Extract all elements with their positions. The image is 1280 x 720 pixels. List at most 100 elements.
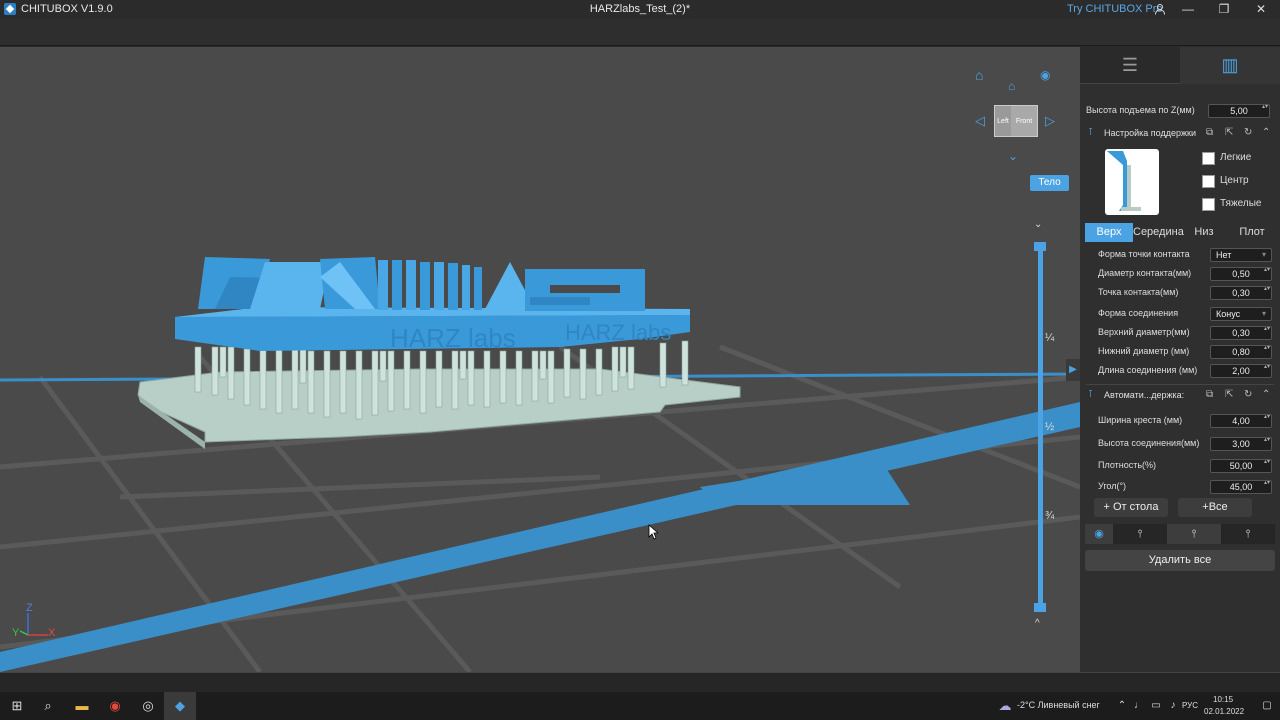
- tray-chevron-icon[interactable]: ⌃: [1114, 698, 1130, 714]
- all-button[interactable]: +Все: [1178, 498, 1252, 517]
- 3d-viewport[interactable]: HARZ labs HARZ labs ⌂ ◉ ⌂ ◁ ▷ ⌄ Left Fro…: [0, 47, 1080, 672]
- export-icon[interactable]: ⇱: [1225, 127, 1233, 138]
- export-icon[interactable]: ⇱: [1225, 389, 1233, 400]
- chrome-icon[interactable]: ◉: [107, 698, 123, 714]
- support-settings-title: Настройка поддержки: [1104, 128, 1196, 138]
- slider-expand-icon[interactable]: ^: [1035, 618, 1040, 629]
- windows-taskbar: ⊞ ⌕ ▬ ◉ ◎ ◆ ☁ -2°C Ливневый снег ⌃ ♩ ▭ ♪…: [0, 692, 1280, 720]
- windows-start-icon[interactable]: ⊞: [9, 698, 25, 714]
- axis-y-label: Y: [12, 627, 20, 639]
- connection-shape-label: Форма соединения: [1098, 308, 1179, 318]
- support-settings-header[interactable]: ⊺ Настройка поддержки ⧉ ⇱ ↻ ⌃: [1086, 126, 1274, 142]
- user-icon[interactable]: [1145, 0, 1175, 18]
- search-icon[interactable]: ⌕: [40, 698, 56, 714]
- minimize-button[interactable]: —: [1173, 0, 1203, 18]
- preset-light-checkbox[interactable]: [1202, 152, 1215, 165]
- linear-support-icon[interactable]: ⫯: [1167, 524, 1221, 544]
- body-button[interactable]: Тело: [1030, 175, 1069, 191]
- lower-diameter-input[interactable]: 0,80: [1210, 345, 1272, 359]
- tab-supports[interactable]: ▥: [1180, 47, 1280, 84]
- subtab-middle[interactable]: Середина: [1133, 223, 1184, 242]
- delete-all-button[interactable]: Удалить все: [1085, 550, 1275, 571]
- contact-shape-select[interactable]: Нет: [1210, 248, 1272, 262]
- from-platform-button[interactable]: + От стола: [1094, 498, 1168, 517]
- chitubox-taskbar-icon[interactable]: ◆: [164, 692, 196, 720]
- eye-toggle-icon[interactable]: ◉: [1085, 524, 1113, 544]
- weather-text[interactable]: -2°C Ливневый снег: [1017, 700, 1100, 710]
- subtab-bottom[interactable]: Низ: [1181, 223, 1227, 242]
- connection-height-input[interactable]: 3,00: [1210, 437, 1272, 451]
- support-preview-image: [1105, 149, 1159, 215]
- contact-diameter-input[interactable]: 0,50: [1210, 267, 1272, 281]
- microphone-icon[interactable]: ♩: [1131, 698, 1147, 714]
- model-engraving-2: HARZ labs: [565, 320, 671, 345]
- density-label: Плотность(%): [1098, 460, 1157, 470]
- contact-diameter-label: Диаметр контакта(мм): [1098, 268, 1192, 278]
- collapse-icon[interactable]: ⌃: [1262, 127, 1270, 138]
- connection-length-input[interactable]: 2,00: [1210, 364, 1272, 378]
- status-bar: [0, 672, 1280, 692]
- preset-center-checkbox[interactable]: [1202, 175, 1215, 188]
- rotate-up-icon[interactable]: ⌂: [1008, 79, 1015, 93]
- upper-diameter-input[interactable]: 0,30: [1210, 326, 1272, 340]
- refresh-icon[interactable]: ↻: [1244, 127, 1252, 138]
- app-icon[interactable]: ◎: [140, 698, 156, 714]
- app-name: CHITUBOX V1.9.0: [4, 0, 113, 18]
- connection-shape-select[interactable]: Конус: [1210, 307, 1272, 321]
- lift-height-input[interactable]: 5,00: [1208, 104, 1270, 118]
- single-support-icon[interactable]: ⫯: [1113, 524, 1167, 544]
- layer-slider-bottom-handle[interactable]: [1034, 603, 1046, 612]
- connection-length-label: Длина соединения (мм): [1098, 365, 1198, 375]
- cross-width-label: Ширина креста (мм): [1098, 415, 1183, 425]
- density-input[interactable]: 50,00: [1210, 459, 1272, 473]
- rotate-left-icon[interactable]: ◁: [975, 113, 985, 129]
- import-icon[interactable]: ⧉: [1206, 389, 1213, 400]
- close-window-button[interactable]: ✕: [1246, 0, 1276, 18]
- axis-z-label: Z: [26, 602, 33, 614]
- eye-view-icon[interactable]: ◉: [1040, 68, 1050, 82]
- collapse-icon[interactable]: ⌃: [1262, 389, 1270, 400]
- refresh-icon[interactable]: ↻: [1244, 389, 1252, 400]
- angle-input[interactable]: 45,00: [1210, 480, 1272, 494]
- maximize-button[interactable]: ❐: [1209, 0, 1239, 18]
- import-icon[interactable]: ⧉: [1206, 127, 1213, 138]
- language-indicator[interactable]: РУС: [1182, 701, 1198, 710]
- cube-front-face[interactable]: Front: [1011, 106, 1037, 136]
- model-engraving: HARZ labs: [390, 323, 516, 353]
- cross-width-input[interactable]: 4,00: [1210, 414, 1272, 428]
- rotate-down-icon[interactable]: ⌄: [1008, 149, 1018, 163]
- file-explorer-icon[interactable]: ▬: [74, 698, 90, 714]
- home-view-icon[interactable]: ⌂: [975, 67, 983, 83]
- rotate-right-icon[interactable]: ▷: [1045, 113, 1055, 129]
- support-settings-icon: ⊺: [1088, 127, 1094, 138]
- clock-time[interactable]: 10:15: [1213, 695, 1233, 704]
- subtab-raft[interactable]: Плот: [1227, 223, 1277, 242]
- area-support-icon[interactable]: ⫯: [1221, 524, 1275, 544]
- volume-icon[interactable]: ♪: [1165, 698, 1181, 714]
- panel-toggle-icon[interactable]: ▶: [1066, 359, 1080, 381]
- view-cube[interactable]: Left Front: [994, 105, 1038, 137]
- clock-date[interactable]: 02.01.2022: [1204, 707, 1244, 716]
- app-name-label: CHITUBOX V1.9.0: [21, 3, 113, 15]
- slider-tick-three-quarter: ¾: [1045, 510, 1055, 522]
- contact-depth-input[interactable]: 0,30: [1210, 286, 1272, 300]
- auto-support-header[interactable]: ⊺ Автомати...держка: ⧉ ⇱ ↻ ⌃: [1086, 388, 1274, 404]
- toolbar: [0, 18, 1280, 46]
- preset-heavy-checkbox[interactable]: [1202, 198, 1215, 211]
- mouse-cursor-icon: [648, 524, 658, 540]
- subtab-top[interactable]: Верх: [1085, 223, 1133, 242]
- notification-icon[interactable]: ▢: [1259, 698, 1275, 714]
- model-features: [198, 257, 645, 311]
- layer-slider-top-handle[interactable]: [1034, 242, 1046, 251]
- scene: HARZ labs HARZ labs: [0, 257, 1080, 672]
- slider-collapse-icon[interactable]: ⌄: [1034, 219, 1042, 230]
- cube-left-face[interactable]: Left: [995, 106, 1011, 136]
- network-icon[interactable]: ▭: [1148, 698, 1164, 714]
- contact-depth-label: Точка контакта(мм): [1098, 287, 1179, 297]
- preset-heavy-label: Тяжелые: [1220, 198, 1262, 209]
- layer-slider-track[interactable]: [1038, 245, 1043, 607]
- supports-icon: ▥: [1221, 55, 1239, 75]
- support-mode-bar: ◉ ⫯ ⫯ ⫯: [1085, 524, 1275, 544]
- tab-settings[interactable]: ☰: [1080, 47, 1180, 84]
- auto-support-icon: ⊺: [1088, 389, 1094, 400]
